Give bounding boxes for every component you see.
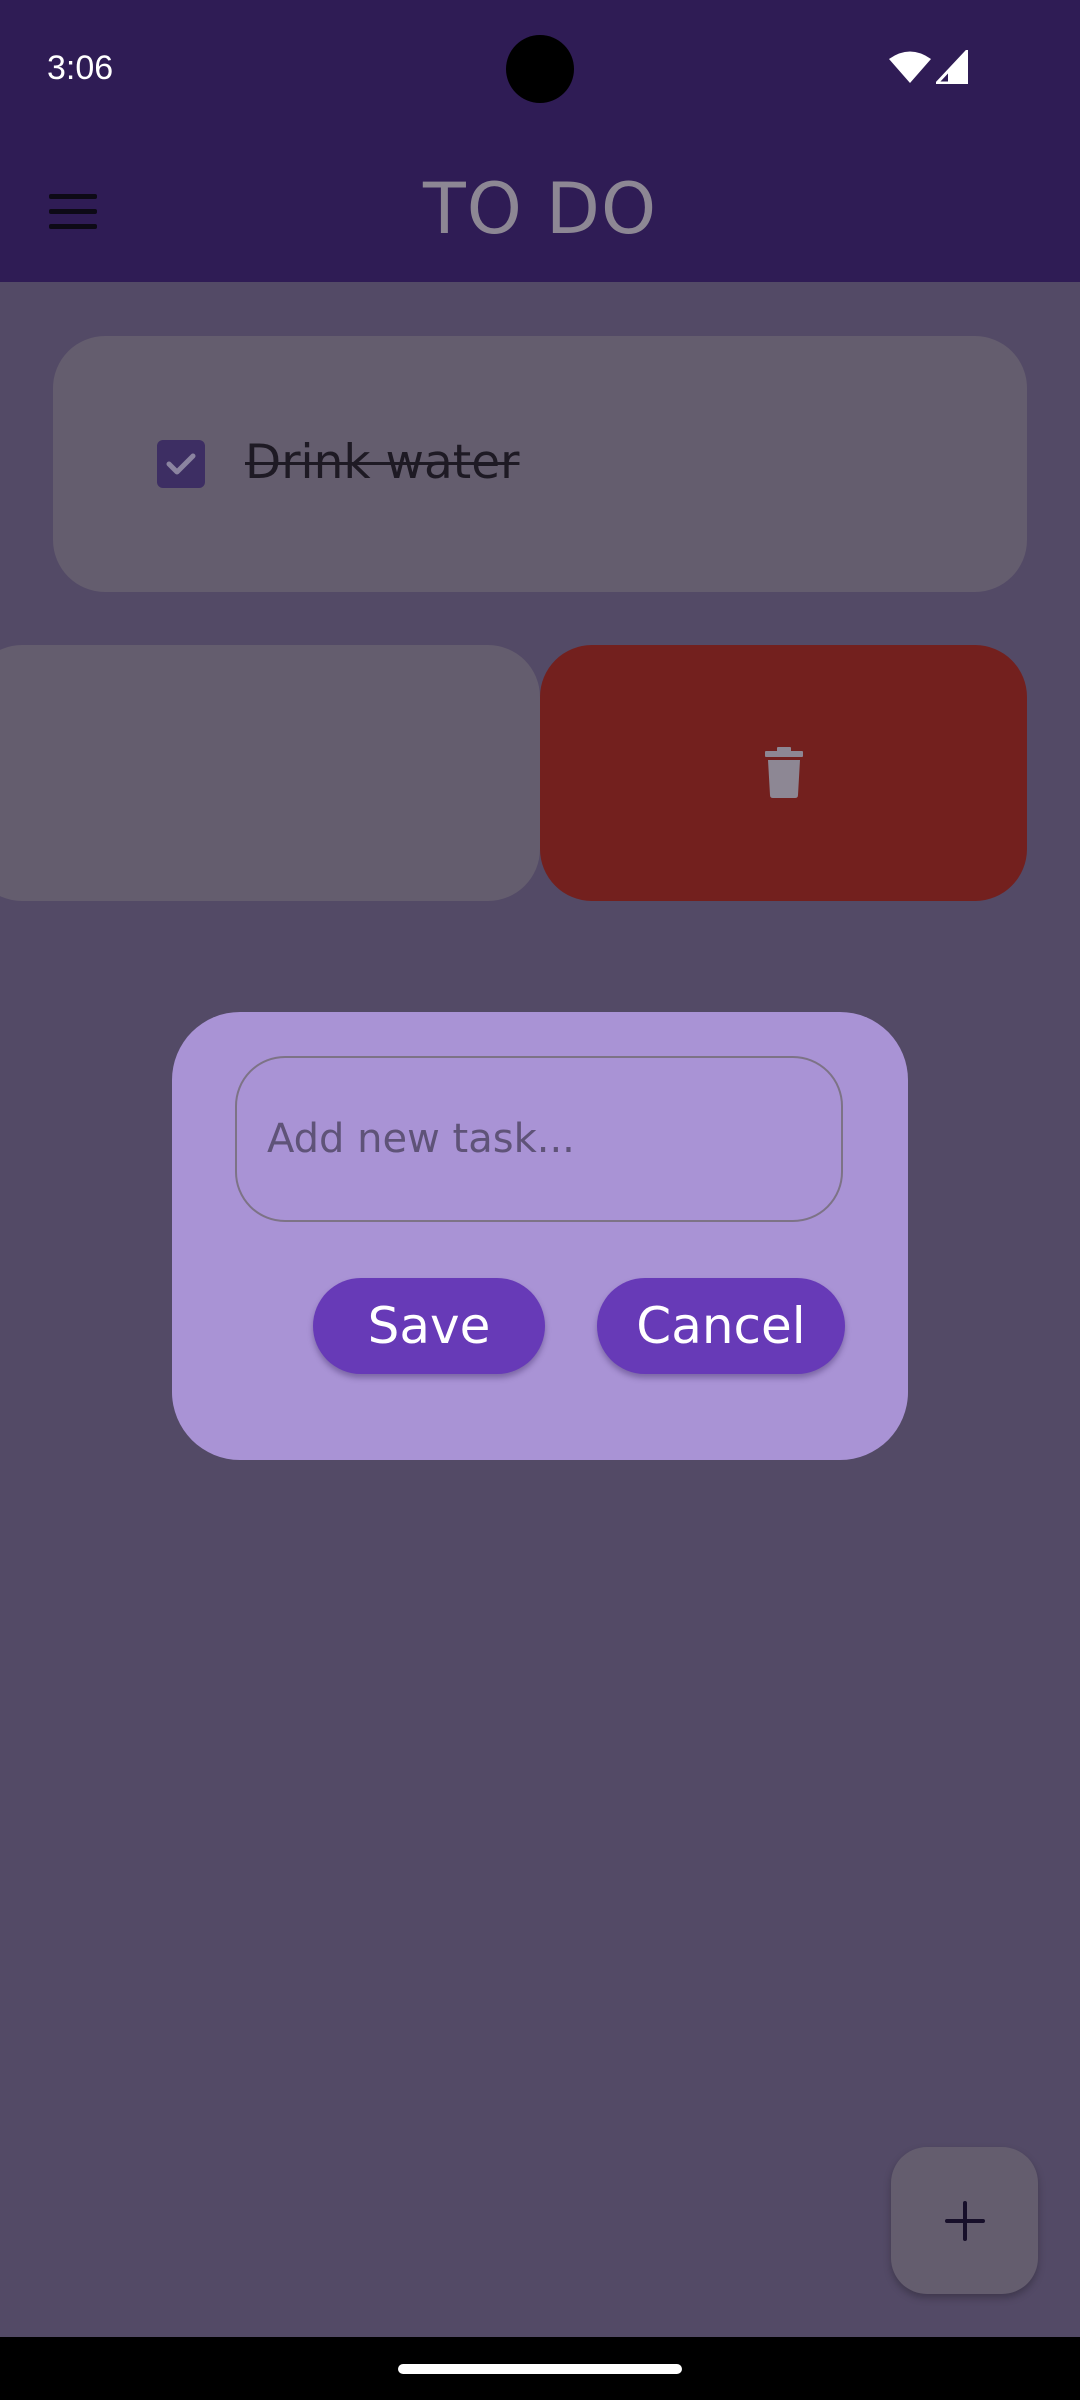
save-button[interactable]: Save — [313, 1278, 545, 1374]
cancel-button[interactable]: Cancel — [597, 1278, 845, 1374]
app-title: TO DO — [422, 168, 658, 250]
check-icon — [166, 453, 196, 475]
status-time: 3:06 — [47, 49, 114, 87]
app-bar: TO DO — [0, 136, 1080, 282]
signal-icon — [936, 50, 968, 84]
trash-icon — [764, 747, 803, 798]
wifi-icon — [889, 51, 931, 83]
add-task-fab[interactable] — [891, 2147, 1038, 2294]
task-checkbox[interactable] — [157, 440, 205, 488]
home-indicator[interactable] — [398, 2364, 682, 2374]
navigation-bar — [0, 2337, 1080, 2400]
delete-action[interactable] — [540, 645, 1027, 901]
add-task-dialog: Save Cancel — [172, 1012, 908, 1460]
swiped-task-card[interactable] — [0, 645, 540, 901]
camera-cutout — [506, 35, 574, 103]
status-bar: 3:06 — [0, 0, 1080, 136]
new-task-input[interactable] — [235, 1056, 843, 1222]
task-label: Drink water — [245, 435, 520, 490]
plus-icon — [944, 2200, 985, 2241]
task-card[interactable]: Drink water — [53, 336, 1027, 592]
